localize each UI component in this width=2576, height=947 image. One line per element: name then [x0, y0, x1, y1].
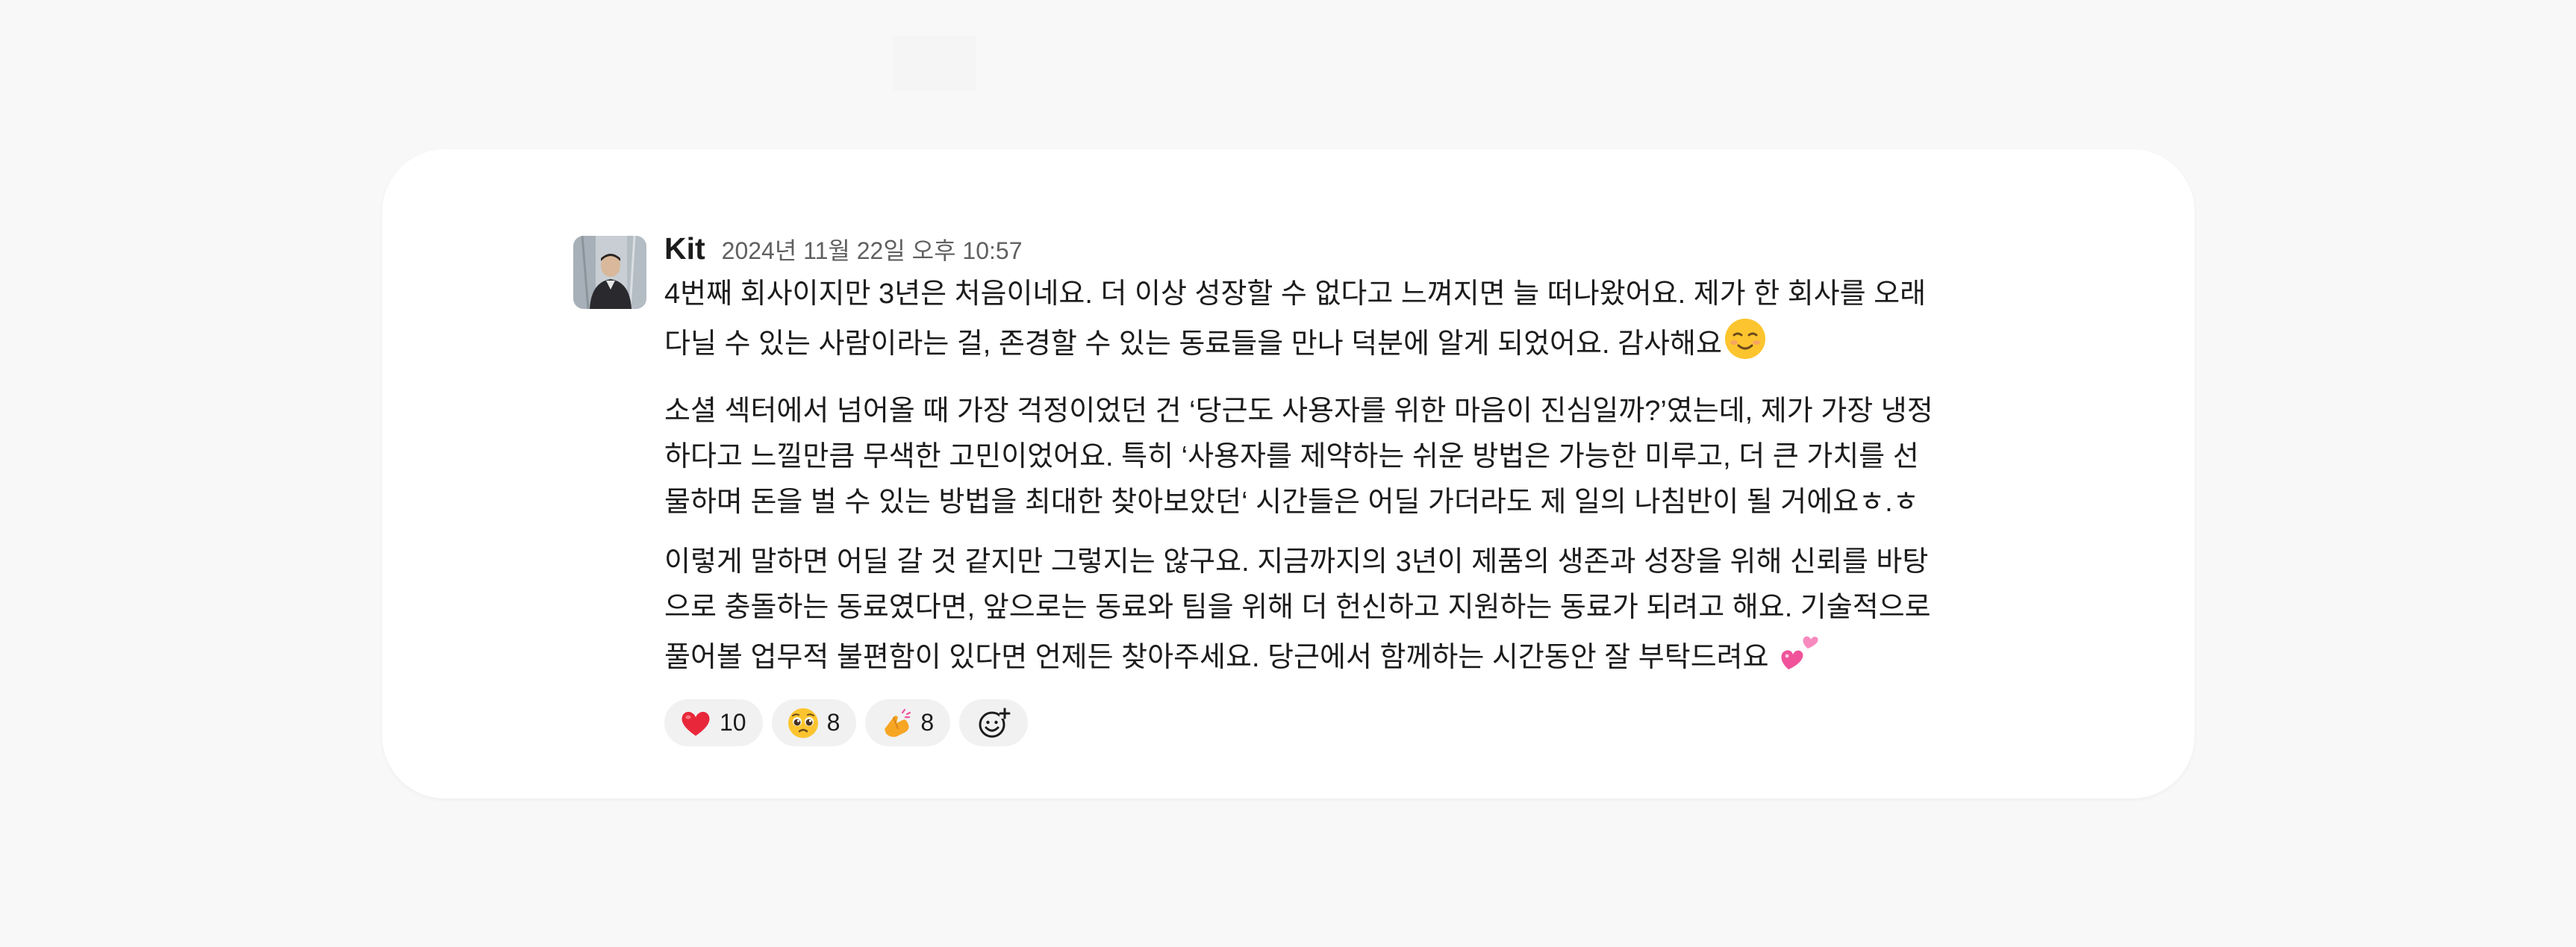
text-line: 풀어볼 업무적 불편함이 있다면 언제든 찾아주세요. 당근에서 함께하는 시간…	[664, 642, 1777, 673]
two-hearts-emoji-icon	[1778, 631, 1821, 688]
text-line: 하다고 느낄만큼 무색한 고민이었어요. 특히 ‘사용자를 제약하는 쉬운 방법…	[664, 441, 1919, 472]
text-line: 4번째 회사이지만 3년은 처음이네요. 더 이상 성장할 수 없다고 느껴지면…	[664, 278, 1927, 310]
reaction-count: 8	[826, 709, 841, 736]
text-line: 으로 충돌하는 동료였다면, 앞으로는 동료와 팀을 위해 더 헌신하고 지원하…	[664, 592, 1931, 623]
message-paragraph-2: 소셜 섹터에서 넘어올 때 가장 걱정이었던 건 ‘당근도 사용자를 위한 마음…	[664, 389, 2045, 525]
message-card: Kit 2024년 11월 22일 오후 10:57 4번째 회사이지만 3년은…	[382, 149, 2195, 798]
message-content: Kit 2024년 11월 22일 오후 10:57 4번째 회사이지만 3년은…	[664, 231, 2045, 746]
author-name[interactable]: Kit	[664, 231, 705, 266]
reaction-count: 8	[920, 709, 935, 736]
message-timestamp[interactable]: 2024년 11월 22일 오후 10:57	[722, 232, 1023, 266]
reaction-folded-hands[interactable]: 8	[865, 699, 951, 746]
message-paragraph-3: 이렇게 말하면 어딜 갈 것 같지만 그렇지는 않구요. 지금까지의 3년이 제…	[664, 540, 2045, 688]
reaction-heart[interactable]: 10	[664, 699, 763, 746]
red-heart-icon	[679, 707, 712, 740]
text-line: 소셜 섹터에서 넘어올 때 가장 걱정이었던 건 ‘당근도 사용자를 위한 마음…	[664, 396, 1933, 427]
reactions-bar: 10 8 8	[664, 699, 2045, 746]
top-ghost-block	[893, 36, 976, 91]
add-reaction-button[interactable]	[959, 699, 1029, 746]
add-reaction-icon	[976, 706, 1011, 740]
message-paragraph-1: 4번째 회사이지만 3년은 처음이네요. 더 이상 성장할 수 없다고 느껴지면…	[664, 272, 2045, 375]
reaction-pleading-face[interactable]: 8	[771, 699, 857, 746]
relieved-smile-emoji-icon	[1724, 317, 1767, 375]
reaction-count: 10	[720, 709, 746, 736]
message-header: Kit 2024년 11월 22일 오후 10:57	[664, 231, 2045, 272]
pleading-face-icon	[787, 707, 820, 740]
avatar[interactable]	[573, 236, 646, 309]
text-line: 이렇게 말하면 어딜 갈 것 같지만 그렇지는 않구요. 지금까지의 3년이 제…	[664, 546, 1929, 578]
text-line: 다닐 수 있는 사람이라는 걸, 존경할 수 있는 동료들을 만나 덕분에 알게…	[664, 328, 1722, 360]
folded-hands-icon	[880, 707, 913, 740]
text-line: 물하며 돈을 벌 수 있는 방법을 최대한 찾아보았던‘ 시간들은 어딜 가더라…	[664, 487, 1919, 518]
